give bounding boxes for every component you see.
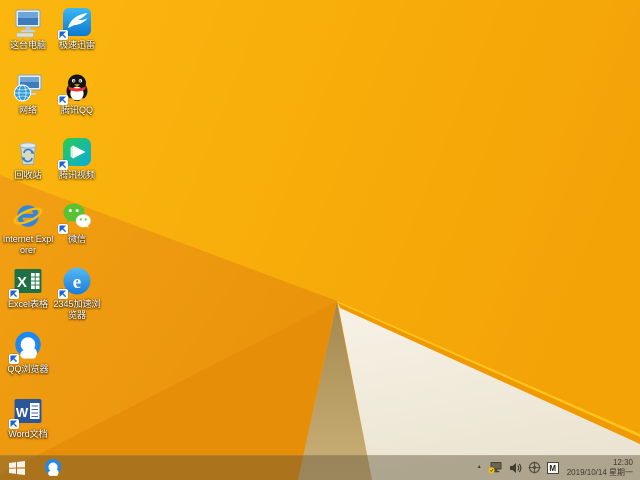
desktop-icon-recycle-bin[interactable]: 回收站 <box>1 136 55 181</box>
clock-date: 2019/10/14 星期一 <box>566 467 633 477</box>
speaker-glyph <box>509 462 522 473</box>
recycle-bin-icon <box>12 136 44 168</box>
tencent-video-play-icon <box>58 136 93 170</box>
system-tray: ▲ M 12:30 2019/10/14 星期一 <box>477 455 640 480</box>
icon-label: 极速迅雷 <box>58 40 95 50</box>
windows-logo-icon <box>9 460 25 475</box>
word-icon: W <box>9 395 44 429</box>
svg-text:W: W <box>16 405 29 420</box>
clock-time: 12:30 <box>612 457 633 467</box>
input-method-label: M <box>546 461 559 474</box>
wechat-bubbles-icon <box>58 200 93 234</box>
show-hidden-icons-button[interactable]: ▲ <box>477 455 482 480</box>
shortcut-arrow-icon <box>9 419 19 429</box>
shortcut-arrow-icon <box>9 354 19 364</box>
svg-text:X: X <box>17 274 27 291</box>
icon-label: 网络 <box>18 105 37 115</box>
shortcut-arrow-icon <box>58 224 68 234</box>
2345-browser-icon: e <box>58 265 93 299</box>
desktop-icon-2345-browser[interactable]: e 2345加速浏览器 <box>50 265 104 321</box>
desktop-icon-excel[interactable]: X Excel表格 <box>1 265 55 310</box>
icon-label: 腾讯QQ <box>60 105 93 115</box>
qq-browser-icon <box>9 330 44 364</box>
desktop-icon-xunlei-thunder[interactable]: 极速迅雷 <box>50 6 104 51</box>
volume-icon[interactable] <box>509 455 522 480</box>
icon-label: 腾讯视频 <box>58 170 95 180</box>
crosshair-glyph <box>528 461 541 474</box>
shortcut-arrow-icon <box>58 289 68 299</box>
icon-label: Word文档 <box>8 429 48 439</box>
icon-label: Excel表格 <box>7 299 48 309</box>
network-globe-icon <box>12 71 44 103</box>
icon-label: Internet Explorer <box>2 234 54 255</box>
shortcut-arrow-icon <box>58 30 68 40</box>
shortcut-arrow-icon <box>58 160 68 170</box>
shortcut-arrow-icon <box>58 95 68 105</box>
network-monitor-glyph <box>488 462 502 474</box>
desktop-icon-word[interactable]: W Word文档 <box>1 395 55 440</box>
thunder-bird-icon <box>58 6 93 40</box>
taskbar: ▲ M 12:30 2019/10/14 星期一 <box>0 455 640 480</box>
desktop-icon-this-pc[interactable]: 这台电脑 <box>1 6 55 51</box>
desktop-icon-tencent-qq[interactable]: 腾讯QQ <box>50 71 104 116</box>
icon-label: 微信 <box>67 234 86 244</box>
desktop-icon-qq-browser[interactable]: QQ浏览器 <box>1 330 55 375</box>
icon-label: 这台电脑 <box>9 40 46 50</box>
shortcut-arrow-icon <box>9 289 19 299</box>
svg-text:e: e <box>73 272 81 293</box>
icon-label: 回收站 <box>14 170 42 180</box>
qq-penguin-icon <box>58 71 93 105</box>
ie-logo-icon <box>12 200 44 232</box>
crosshair-utility-icon[interactable] <box>528 455 541 480</box>
taskbar-clock[interactable]: 12:30 2019/10/14 星期一 <box>565 458 633 478</box>
icon-label: 2345加速浏览器 <box>53 299 101 320</box>
desktop-icon-tencent-video[interactable]: 腾讯视频 <box>50 136 104 181</box>
start-button[interactable] <box>0 455 34 480</box>
input-method-indicator[interactable]: M <box>546 455 559 480</box>
icon-label: QQ浏览器 <box>7 364 49 374</box>
taskbar-item-qq-browser[interactable] <box>34 455 72 480</box>
network-status-icon[interactable] <box>488 455 503 480</box>
chevron-up-icon: ▲ <box>476 464 482 470</box>
desktop-icon-network[interactable]: 网络 <box>1 71 55 116</box>
desktop-icon-internet-explorer[interactable]: Internet Explorer <box>1 200 55 256</box>
desktop-icon-wechat[interactable]: 微信 <box>50 200 104 245</box>
computer-icon <box>12 6 44 38</box>
excel-icon: X <box>9 265 44 299</box>
qq-browser-icon <box>45 458 61 476</box>
